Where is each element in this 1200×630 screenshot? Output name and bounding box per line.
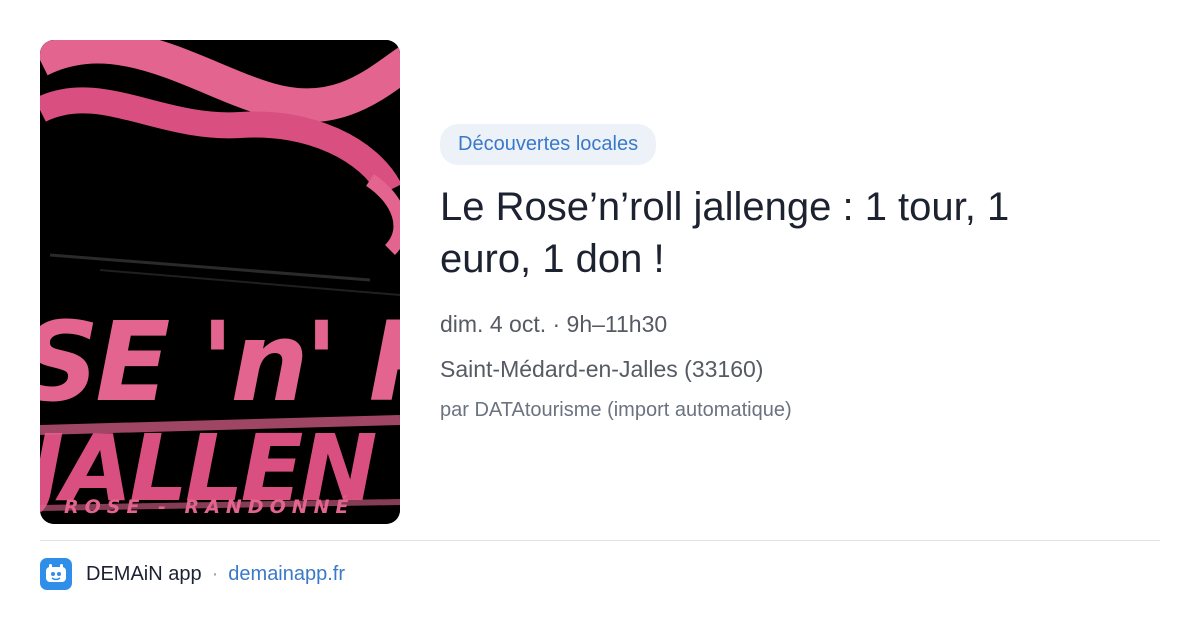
event-location: Saint-Médard-en-Jalles (33160) <box>440 356 764 382</box>
demain-app-icon <box>40 558 72 590</box>
footer-separator: · <box>211 562 219 585</box>
event-datetime: dim. 4 oct. · 9h–11h30 <box>440 311 668 337</box>
poster-artwork: SE 'n' R JALLEN <box>40 40 400 524</box>
poster-caption: ROSE - RANDONNÉ <box>64 496 355 518</box>
event-details: Découvertes locales Le Rose’n’roll jalle… <box>440 124 1140 424</box>
event-poster-image: SE 'n' R JALLEN ROSE - RANDONNÉ <box>40 40 400 524</box>
event-title[interactable]: Le Rose’n’roll jallenge : 1 tour, 1 euro… <box>440 181 1080 285</box>
footer-divider <box>40 540 1160 541</box>
event-source: par DATAtourisme (import automatique) <box>440 399 792 421</box>
category-tag[interactable]: Découvertes locales <box>440 124 657 165</box>
app-domain-link[interactable]: demainapp.fr <box>228 563 345 586</box>
poster-headline: SE 'n' R <box>40 298 400 426</box>
app-name: DEMAiN app <box>86 562 202 585</box>
footer: DEMAiN app · demainapp.fr <box>40 558 345 590</box>
